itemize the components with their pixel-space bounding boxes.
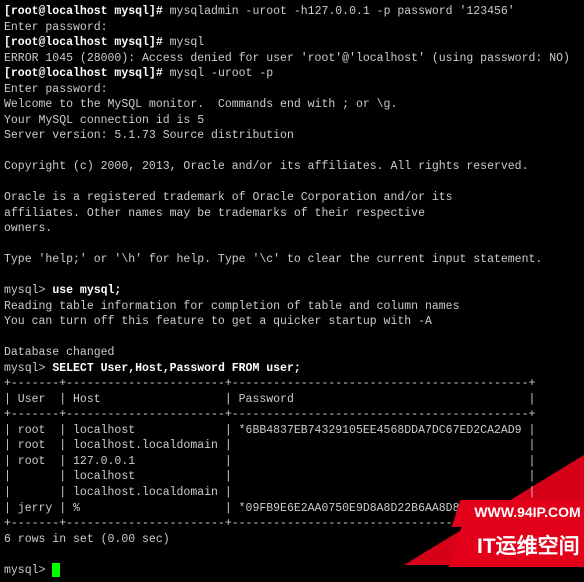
mysql-prompt: mysql> <box>4 284 52 297</box>
table-row: | | localhost | | <box>4 470 535 483</box>
welcome-line: Server version: 5.1.73 Source distributi… <box>4 129 294 142</box>
output-line: Database changed <box>4 346 114 359</box>
watermark-label: IT运维空间 <box>449 527 584 567</box>
mysql-query: SELECT User,Host,Password FROM user; <box>52 362 300 375</box>
shell-prompt: [root@localhost mysql]# <box>4 36 170 49</box>
watermark: WWW.94IP.COM IT运维空间 <box>455 502 584 567</box>
table-border: +-------+-----------------------+-------… <box>4 377 535 390</box>
command-input: mysql -uroot -p <box>170 67 274 80</box>
table-header: | User | Host | Password | <box>4 393 535 406</box>
table-row: | root | localhost.localdomain | | <box>4 439 535 452</box>
terminal[interactable]: [root@localhost mysql]# mysqladmin -uroo… <box>0 0 584 582</box>
command-input: mysqladmin -uroot -h127.0.0.1 -p passwor… <box>170 5 515 18</box>
welcome-line: Your MySQL connection id is 5 <box>4 114 204 127</box>
mysql-prompt: mysql> <box>4 564 52 577</box>
table-row: | | localhost.localdomain | | <box>4 486 535 499</box>
welcome-line: Welcome to the MySQL monitor. Commands e… <box>4 98 397 111</box>
table-row: | root | localhost | *6BB4837EB74329105E… <box>4 424 535 437</box>
shell-prompt: [root@localhost mysql]# <box>4 5 170 18</box>
password-prompt: Enter password: <box>4 21 108 34</box>
trademark-line: owners. <box>4 222 52 235</box>
mysql-query: use mysql; <box>52 284 121 297</box>
table-row: | jerry | % | *09FB9E6E2AA0750E9D8A8D22B… <box>4 502 501 515</box>
result-footer: 6 rows in set (0.00 sec) <box>4 533 170 546</box>
trademark-line: affiliates. Other names may be trademark… <box>4 207 425 220</box>
table-border: +-------+-----------------------+-------… <box>4 408 535 421</box>
output-line: You can turn off this feature to get a q… <box>4 315 432 328</box>
shell-prompt: [root@localhost mysql]# <box>4 67 170 80</box>
error-output: ERROR 1045 (28000): Access denied for us… <box>4 52 570 65</box>
table-row: | root | 127.0.0.1 | | <box>4 455 535 468</box>
copyright-line: Copyright (c) 2000, 2013, Oracle and/or … <box>4 160 529 173</box>
trademark-line: Oracle is a registered trademark of Orac… <box>4 191 453 204</box>
command-input: mysql <box>170 36 205 49</box>
help-line: Type 'help;' or '\h' for help. Type '\c'… <box>4 253 542 266</box>
output-line: Reading table information for completion… <box>4 300 459 313</box>
watermark-url: WWW.94IP.COM <box>451 500 584 527</box>
password-prompt: Enter password: <box>4 83 108 96</box>
mysql-prompt: mysql> <box>4 362 52 375</box>
